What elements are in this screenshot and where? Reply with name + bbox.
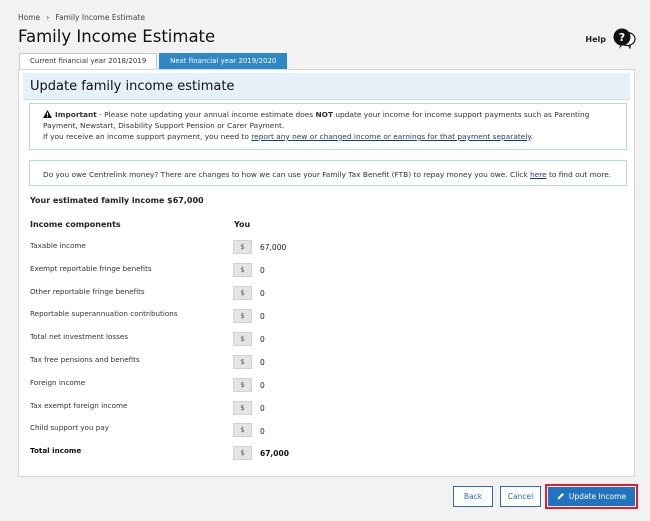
tab-current-year[interactable]: Current financial year 2018/2019 bbox=[19, 53, 158, 69]
row-value-investment-losses: 0 bbox=[260, 335, 265, 344]
estimate-panel: Update family income estimate Important … bbox=[18, 69, 635, 477]
currency-addon: $ bbox=[233, 263, 252, 277]
currency-addon: $ bbox=[233, 378, 252, 392]
row-value-foreign-income: 0 bbox=[260, 381, 265, 390]
row-label-investment-losses: Total net investment losses bbox=[30, 332, 129, 341]
column-header-components: Income components bbox=[30, 220, 121, 229]
row-value-taxable-income: 67,000 bbox=[260, 243, 287, 252]
row-value-exempt-fringe: 0 bbox=[260, 266, 265, 275]
back-button[interactable]: Back bbox=[453, 486, 493, 507]
currency-addon: $ bbox=[233, 240, 252, 254]
row-label-taxable-income: Taxable income bbox=[30, 241, 86, 250]
row-value-total-income: 67,000 bbox=[260, 449, 289, 458]
help-question-icon: ? bbox=[613, 28, 636, 50]
row-label-super-contributions: Reportable superannuation contributions bbox=[30, 309, 178, 318]
cancel-button[interactable]: Cancel bbox=[500, 486, 541, 507]
estimated-income-heading: Your estimated family income $67,000 bbox=[30, 196, 204, 205]
currency-addon: $ bbox=[233, 446, 252, 460]
update-income-label: Update Income bbox=[568, 492, 627, 501]
page-title: Family Income Estimate bbox=[18, 27, 216, 46]
breadcrumb-separator: › bbox=[46, 13, 50, 22]
currency-addon: $ bbox=[233, 332, 252, 346]
help-label: Help bbox=[585, 34, 606, 44]
update-income-button[interactable]: Update Income bbox=[548, 487, 635, 506]
notice-text-1: - Please note updating your annual incom… bbox=[96, 110, 316, 119]
row-value-child-support: 0 bbox=[260, 427, 265, 436]
breadcrumb: Home › Family Income Estimate bbox=[18, 13, 145, 22]
currency-addon: $ bbox=[233, 355, 252, 369]
panel-title: Update family income estimate bbox=[30, 79, 235, 94]
row-label-exempt-foreign: Tax exempt foreign income bbox=[30, 401, 128, 410]
ftb-text-2: to find out more. bbox=[546, 170, 612, 179]
ftb-text-1: Do you owe Centrelink money? There are c… bbox=[43, 170, 530, 179]
currency-addon: $ bbox=[233, 423, 252, 437]
svg-text:?: ? bbox=[619, 31, 625, 44]
panel-header: Update family income estimate bbox=[23, 73, 630, 100]
help-button[interactable]: Help ? bbox=[585, 28, 636, 50]
row-label-foreign-income: Foreign income bbox=[30, 378, 86, 387]
ftb-here-link[interactable]: here bbox=[530, 170, 547, 179]
currency-addon: $ bbox=[233, 401, 252, 415]
row-label-tax-free-pensions: Tax free pensions and benefits bbox=[30, 355, 140, 364]
update-income-highlight: Update Income bbox=[545, 484, 638, 509]
row-value-tax-free-pensions: 0 bbox=[260, 358, 265, 367]
currency-addon: $ bbox=[233, 309, 252, 323]
currency-addon: $ bbox=[233, 286, 252, 300]
notice-not-word: NOT bbox=[315, 110, 333, 119]
important-label: Important bbox=[55, 110, 97, 119]
row-label-other-fringe: Other reportable fringe benefits bbox=[30, 287, 145, 296]
row-label-total-income: Total income bbox=[30, 446, 82, 455]
row-label-child-support: Child support you pay bbox=[30, 423, 110, 432]
row-value-exempt-foreign: 0 bbox=[260, 404, 265, 413]
tab-next-year[interactable]: Next financial year 2019/2020 bbox=[159, 53, 288, 69]
row-label-exempt-fringe: Exempt reportable fringe benefits bbox=[30, 264, 152, 273]
breadcrumb-current: Family Income Estimate bbox=[55, 13, 145, 22]
report-income-link[interactable]: report any new or changed income or earn… bbox=[251, 132, 530, 141]
ftb-notice: Do you owe Centrelink money? There are c… bbox=[29, 160, 627, 186]
important-notice: Important - Please note updating your an… bbox=[29, 103, 627, 150]
breadcrumb-home[interactable]: Home bbox=[18, 13, 40, 22]
row-value-super-contributions: 0 bbox=[260, 312, 265, 321]
pencil-icon bbox=[557, 493, 564, 500]
year-tabs: Current financial year 2018/2019 Next fi… bbox=[19, 53, 289, 69]
warning-icon bbox=[43, 110, 52, 118]
row-value-other-fringe: 0 bbox=[260, 289, 265, 298]
notice-text-4: . bbox=[530, 132, 534, 141]
column-header-you: You bbox=[234, 220, 251, 229]
notice-text-3: If you receive an income support payment… bbox=[43, 132, 252, 141]
